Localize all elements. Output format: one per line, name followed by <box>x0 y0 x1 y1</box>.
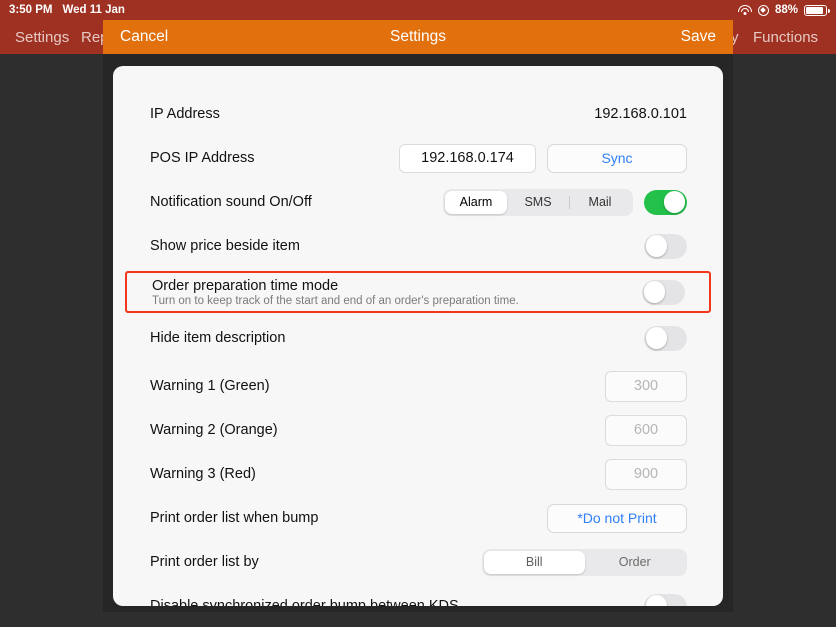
row-label: Warning 2 (Orange) <box>150 422 278 438</box>
wifi-icon <box>737 4 752 16</box>
settings-row-pos-ip-address: POS IP Address 192.168.0.174 Sync <box>113 136 723 180</box>
settings-row-disable-sync-order-bump: Disable synchronized order bump between … <box>113 584 723 606</box>
print-order-list-by-segmented-control[interactable]: Bill Order <box>482 548 687 576</box>
save-button[interactable]: Save <box>681 28 716 46</box>
modal-title: Settings <box>389 28 446 45</box>
show-price-beside-item-toggle[interactable] <box>644 233 687 259</box>
disable-sync-order-bump-toggle[interactable] <box>644 593 687 606</box>
row-label: POS IP Address <box>150 150 255 166</box>
settings-row-print-order-list-by: Print order list by Bill Order <box>113 540 723 584</box>
print-order-list-when-bump-button[interactable]: *Do not Print <box>547 503 687 533</box>
location-icon <box>757 4 769 16</box>
settings-row-warning-1: Warning 1 (Green) 300 <box>113 364 723 408</box>
toggle-knob <box>663 191 686 213</box>
status-bar-time: 3:50 PM <box>9 4 53 16</box>
settings-row-warning-2: Warning 2 (Orange) 600 <box>113 408 723 452</box>
toggle-knob <box>645 235 668 257</box>
settings-row-order-preparation-time-mode: Order preparation time mode Turn on to k… <box>125 271 711 313</box>
warning-2-input[interactable]: 600 <box>605 414 687 446</box>
row-label: Disable synchronized order bump between … <box>150 598 459 606</box>
row-label: Hide item description <box>150 330 286 346</box>
segment-mail[interactable]: Mail <box>569 191 631 214</box>
warning-1-input[interactable]: 300 <box>605 370 687 402</box>
row-label: Notification sound On/Off <box>150 194 312 210</box>
hide-item-description-toggle[interactable] <box>644 325 687 351</box>
modal-header: Cancel Settings Save <box>103 20 733 54</box>
battery-icon <box>804 4 830 16</box>
notification-sound-segmented-control[interactable]: Alarm SMS Mail <box>443 188 633 216</box>
toggle-knob <box>645 595 668 606</box>
segment-bill[interactable]: Bill <box>484 550 585 574</box>
segment-alarm[interactable]: Alarm <box>445 190 507 214</box>
sync-button[interactable]: Sync <box>547 143 687 173</box>
row-label: Warning 1 (Green) <box>150 378 270 394</box>
row-sublabel: Turn on to keep track of the start and e… <box>152 294 519 307</box>
nav-item-functions[interactable]: Functions <box>753 29 818 46</box>
settings-card: IP Address 192.168.0.101 POS IP Address … <box>113 66 723 606</box>
row-label: Print order list by <box>150 554 259 570</box>
nav-item-settings[interactable]: Settings <box>15 29 69 46</box>
notification-sound-toggle[interactable] <box>644 189 687 215</box>
toggle-knob <box>645 327 668 349</box>
row-label: IP Address <box>150 106 220 122</box>
order-preparation-time-mode-toggle[interactable] <box>642 279 685 305</box>
settings-row-print-order-list-when-bump: Print order list when bump *Do not Print <box>113 496 723 540</box>
segment-order[interactable]: Order <box>585 551 686 574</box>
settings-row-show-price-beside-item: Show price beside item <box>113 224 723 268</box>
status-bar: 3:50 PM Wed 11 Jan 88% <box>0 0 836 20</box>
warning-3-input[interactable]: 900 <box>605 458 687 490</box>
toggle-knob <box>643 281 666 303</box>
cancel-button[interactable]: Cancel <box>120 28 168 46</box>
ip-address-value: 192.168.0.101 <box>594 106 687 122</box>
row-label: Order preparation time mode <box>152 277 339 294</box>
pos-ip-address-input[interactable]: 192.168.0.174 <box>399 143 536 173</box>
battery-percent-label: 88% <box>774 4 798 16</box>
row-label: Warning 3 (Red) <box>150 466 256 482</box>
settings-row-notification-sound: Notification sound On/Off Alarm SMS Mail <box>113 180 723 224</box>
settings-row-hide-item-description: Hide item description <box>113 316 723 360</box>
settings-row-ip-address: IP Address 192.168.0.101 <box>113 92 723 136</box>
row-label: Show price beside item <box>150 238 300 254</box>
status-bar-date: Wed 11 Jan <box>62 4 125 16</box>
row-label: Print order list when bump <box>150 510 319 526</box>
segment-sms[interactable]: SMS <box>507 191 569 214</box>
settings-row-warning-3: Warning 3 (Red) 900 <box>113 452 723 496</box>
